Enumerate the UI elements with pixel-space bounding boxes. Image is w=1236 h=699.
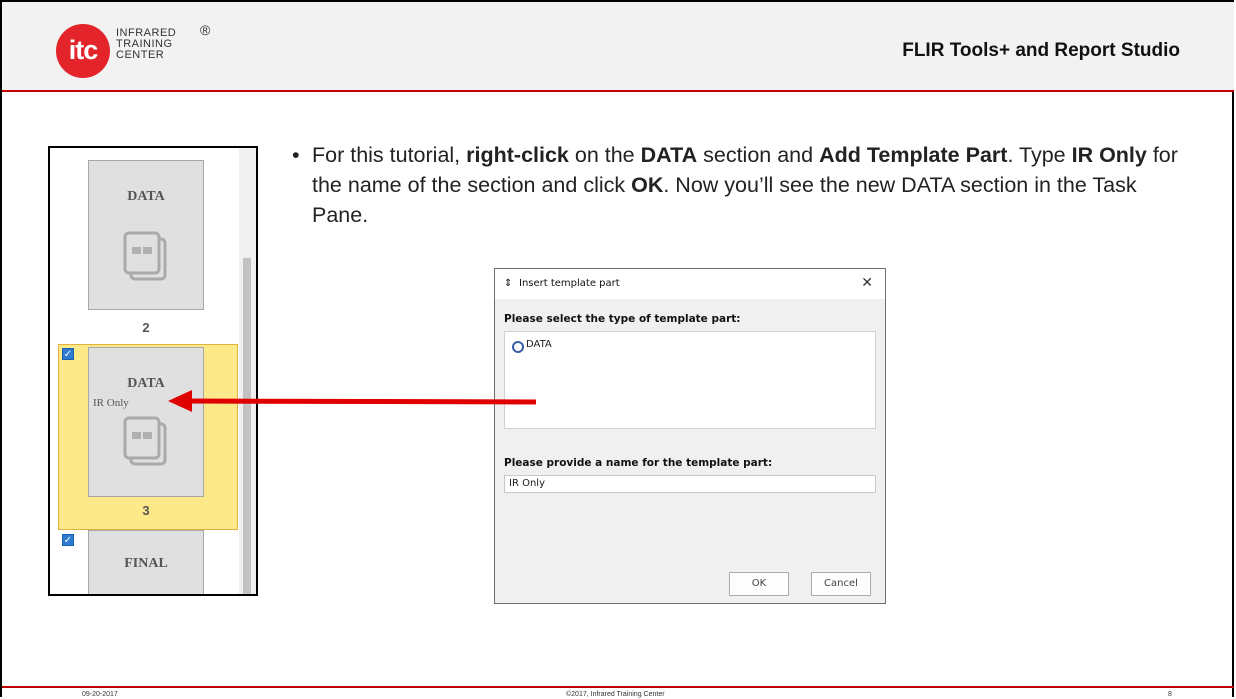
document-icon [123, 231, 167, 281]
radio-button[interactable] [512, 341, 524, 353]
name-label: Please provide a name for the template p… [504, 457, 773, 469]
footer-divider [2, 686, 1234, 688]
pane-scrollbar[interactable] [239, 148, 256, 594]
registered-mark: ® [200, 22, 211, 38]
dialog-titlebar[interactable]: ⇕ Insert template part ✕ [495, 269, 885, 299]
slide-title: FLIR Tools+ and Report Studio [902, 40, 1180, 61]
type-label: Please select the type of template part: [504, 313, 741, 325]
card-title: DATA [127, 376, 165, 391]
card-title: FINAL [124, 556, 168, 571]
text-run: For this tutorial, [312, 143, 467, 167]
logo-line-3: CENTER [116, 49, 165, 61]
dialog-title: Insert template part [519, 278, 620, 289]
footer-date: 09-20-2017 [82, 691, 118, 698]
template-name-input[interactable]: IR Only [504, 475, 876, 493]
ok-button[interactable]: OK [729, 572, 789, 596]
card-title: DATA [127, 189, 165, 204]
card-subtitle: IR Only [93, 397, 129, 409]
document-icon [123, 416, 167, 466]
text-run-bold: DATA [640, 143, 698, 167]
text-run-bold: IR Only [1071, 143, 1147, 167]
scrollbar-thumb[interactable] [243, 258, 251, 594]
app-icon: ⇕ [504, 278, 513, 289]
task-pane-panel: DATA 2 ✓ DATA IR Only 3 ✓ FINAL [48, 146, 258, 596]
template-card-final[interactable]: FINAL [88, 530, 204, 594]
text-run-bold: OK [631, 173, 664, 197]
text-run-bold: right-click [466, 143, 569, 167]
checkbox-icon[interactable]: ✓ [62, 348, 74, 360]
slide-header: itc INFRARED TRAINING CENTER ® FLIR Tool… [2, 2, 1234, 92]
close-icon[interactable]: ✕ [861, 275, 873, 291]
itc-logo: itc [56, 24, 110, 78]
text-run-bold: Add Template Part [819, 143, 1008, 167]
text-run: section and [697, 143, 820, 167]
page-number: 2 [142, 320, 150, 335]
template-type-list[interactable]: DATA [504, 331, 876, 429]
cancel-button[interactable]: Cancel [811, 572, 871, 596]
type-option-data[interactable]: DATA [526, 339, 552, 350]
text-run: . Type [1007, 143, 1072, 167]
insert-template-part-dialog: ⇕ Insert template part ✕ Please select t… [494, 268, 886, 604]
footer-page-number: 8 [1168, 691, 1172, 698]
footer-copyright: ©2017, Infrared Training Center [566, 691, 665, 698]
logo-wordmark: INFRARED TRAINING CENTER [116, 28, 176, 61]
bullet-icon: • [292, 143, 300, 167]
instruction-paragraph: • For this tutorial, right-click on the … [292, 140, 1192, 230]
template-card-ir-only[interactable]: DATA IR Only [88, 347, 204, 497]
text-run: on the [568, 143, 641, 167]
page-number: 3 [142, 503, 150, 518]
checkbox-icon[interactable]: ✓ [62, 534, 74, 546]
template-card-data[interactable]: DATA [88, 160, 204, 310]
